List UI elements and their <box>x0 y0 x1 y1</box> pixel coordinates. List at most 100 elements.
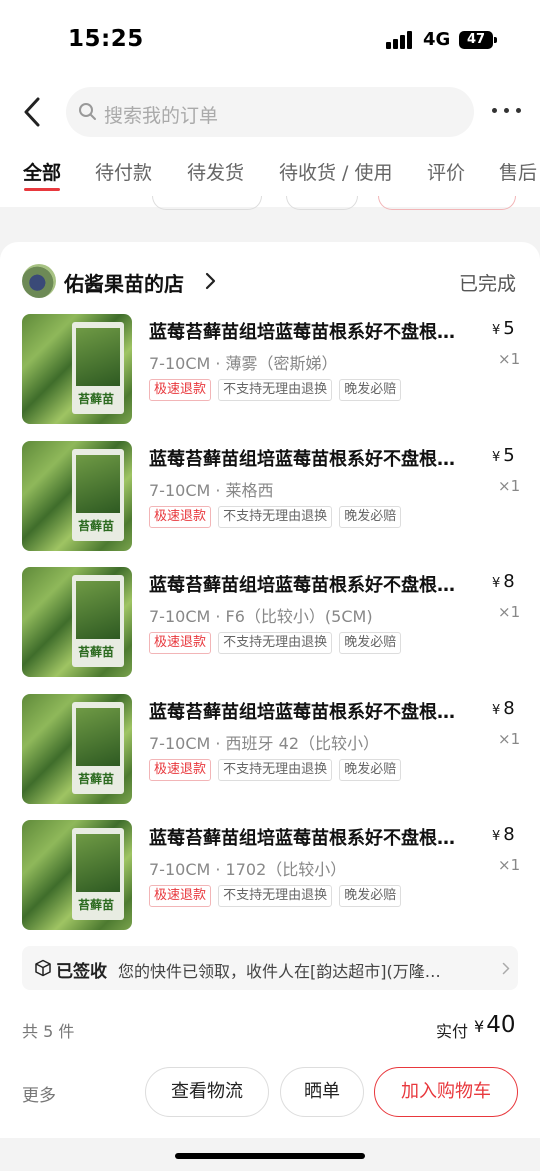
product-qty: ×1 <box>498 730 521 748</box>
order-card: 佑酱果苗的店 已完成 苔藓苗 蓝莓苔藓苗组培蓝莓苗根系好不盘根… ¥5 7-10… <box>0 242 540 1138</box>
product-spec: 7-10CM · 1702（比较小） <box>149 860 347 879</box>
product-image[interactable]: 苔藓苗 <box>22 820 132 930</box>
top-nav: 搜索我的订单 <box>0 82 540 142</box>
tab-all[interactable]: 全部 <box>23 158 61 185</box>
logistics-text: 您的快件已领取，收件人在[韵达超市](万隆… <box>118 962 441 981</box>
product-spec: 7-10CM · 西班牙 42（比较小） <box>149 734 379 753</box>
active-tab-indicator <box>24 188 60 191</box>
order-tabs: 全部 待付款 待发货 待收货 / 使用 评价 售后 <box>0 150 540 194</box>
order-item[interactable]: 苔藓苗 蓝莓苔藓苗组培蓝莓苗根系好不盘根… ¥8 7-10CM · 1702（比… <box>0 820 540 932</box>
tag-no-return: 不支持无理由退换 <box>218 379 333 401</box>
product-image-label: 苔藓苗 <box>78 519 115 533</box>
product-spec: 7-10CM · 莱格西 <box>149 481 274 500</box>
product-qty: ×1 <box>498 603 521 621</box>
product-tags: 极速退款 不支持无理由退换 晚发必赔 <box>149 884 403 907</box>
prev-order-button-edge <box>152 196 262 210</box>
product-qty: ×1 <box>498 856 521 874</box>
tab-reviews[interactable]: 评价 <box>427 158 465 185</box>
battery-tip <box>494 37 497 43</box>
product-price: ¥8 <box>492 698 515 719</box>
search-icon <box>79 103 96 120</box>
product-image-label: 苔藓苗 <box>78 645 115 659</box>
tag-no-return: 不支持无理由退换 <box>218 632 333 654</box>
prev-order-button-edge <box>378 196 516 210</box>
product-image[interactable]: 苔藓苗 <box>22 441 132 551</box>
tag-fast-refund: 极速退款 <box>149 379 212 401</box>
product-tags: 极速退款 不支持无理由退换 晚发必赔 <box>149 631 403 654</box>
paid-amount: ¥40 <box>474 1012 516 1038</box>
network-type: 4G <box>423 29 451 50</box>
store-avatar <box>22 264 56 298</box>
back-icon[interactable] <box>20 96 46 128</box>
order-status: 已完成 <box>459 273 517 295</box>
tag-fast-refund: 极速退款 <box>149 632 212 654</box>
product-image[interactable]: 苔藓苗 <box>22 314 132 424</box>
product-title: 蓝莓苔藓苗组培蓝莓苗根系好不盘根… <box>149 702 455 723</box>
product-price: ¥8 <box>492 824 515 845</box>
chevron-right-icon <box>205 272 216 290</box>
status-bar: 15:25 4G 47 <box>0 0 540 80</box>
product-spec: 7-10CM · 薄雾（密斯娣） <box>149 354 338 373</box>
product-image-label: 苔藓苗 <box>78 898 115 912</box>
logistics-bar[interactable]: 已签收 您的快件已领取，收件人在[韵达超市](万隆… <box>22 946 518 990</box>
tag-late-compensation: 晚发必赔 <box>339 885 402 907</box>
product-qty: ×1 <box>498 477 521 495</box>
product-title: 蓝莓苔藓苗组培蓝莓苗根系好不盘根… <box>149 322 455 343</box>
share-order-button[interactable]: 晒单 <box>280 1067 364 1117</box>
store-row[interactable]: 佑酱果苗的店 已完成 <box>0 262 540 300</box>
product-tags: 极速退款 不支持无理由退换 晚发必赔 <box>149 505 403 528</box>
order-actions: 更多 查看物流 晒单 加入购物车 <box>0 1066 540 1118</box>
search-input[interactable]: 搜索我的订单 <box>66 87 474 137</box>
tab-pending-receipt[interactable]: 待收货 / 使用 <box>279 158 392 185</box>
product-image-label: 苔藓苗 <box>78 772 115 786</box>
order-item[interactable]: 苔藓苗 蓝莓苔藓苗组培蓝莓苗根系好不盘根… ¥8 7-10CM · 西班牙 42… <box>0 694 540 806</box>
tag-late-compensation: 晚发必赔 <box>339 632 402 654</box>
product-title: 蓝莓苔藓苗组培蓝莓苗根系好不盘根… <box>149 449 455 470</box>
package-icon <box>35 959 51 977</box>
product-price: ¥5 <box>492 445 515 466</box>
product-title: 蓝莓苔藓苗组培蓝莓苗根系好不盘根… <box>149 575 455 596</box>
tag-fast-refund: 极速退款 <box>149 885 212 907</box>
product-price: ¥5 <box>492 318 515 339</box>
order-item[interactable]: 苔藓苗 蓝莓苔藓苗组培蓝莓苗根系好不盘根… ¥8 7-10CM · F6（比较小… <box>0 567 540 679</box>
product-image-label: 苔藓苗 <box>78 392 115 406</box>
tag-late-compensation: 晚发必赔 <box>339 379 402 401</box>
product-qty: ×1 <box>498 350 521 368</box>
product-spec: 7-10CM · F6（比较小）(5CM) <box>149 607 373 626</box>
tag-no-return: 不支持无理由退换 <box>218 759 333 781</box>
tab-pending-payment[interactable]: 待付款 <box>95 158 152 185</box>
product-image[interactable]: 苔藓苗 <box>22 567 132 677</box>
header-area: 15:25 4G 47 搜索我的订单 全部 待付款 待发货 待收货 / 使用 评… <box>0 0 540 210</box>
tag-fast-refund: 极速退款 <box>149 759 212 781</box>
store-name[interactable]: 佑酱果苗的店 <box>64 268 184 297</box>
prev-order-button-edge <box>286 196 358 210</box>
tag-no-return: 不支持无理由退换 <box>218 885 333 907</box>
add-to-cart-button[interactable]: 加入购物车 <box>374 1067 518 1117</box>
search-placeholder: 搜索我的订单 <box>104 105 219 127</box>
item-count: 共 5 件 <box>22 1022 75 1041</box>
tab-pending-shipment[interactable]: 待发货 <box>187 158 244 185</box>
tab-after-sales[interactable]: 售后 <box>499 158 537 185</box>
more-options-icon[interactable] <box>492 108 522 116</box>
tag-fast-refund: 极速退款 <box>149 506 212 528</box>
battery-icon: 47 <box>459 31 493 49</box>
product-price: ¥8 <box>492 571 515 592</box>
order-item[interactable]: 苔藓苗 蓝莓苔藓苗组培蓝莓苗根系好不盘根… ¥5 7-10CM · 薄雾（密斯娣… <box>0 314 540 426</box>
home-indicator <box>175 1153 365 1159</box>
tag-late-compensation: 晚发必赔 <box>339 759 402 781</box>
view-logistics-button[interactable]: 查看物流 <box>145 1067 269 1117</box>
product-tags: 极速退款 不支持无理由退换 晚发必赔 <box>149 758 403 781</box>
product-tags: 极速退款 不支持无理由退换 晚发必赔 <box>149 378 403 401</box>
chevron-right-icon <box>502 962 510 975</box>
order-item[interactable]: 苔藓苗 蓝莓苔藓苗组培蓝莓苗根系好不盘根… ¥5 7-10CM · 莱格西 ×1… <box>0 441 540 553</box>
paid-label: 实付 <box>436 1022 469 1041</box>
status-time: 15:25 <box>68 26 144 52</box>
more-actions-link[interactable]: 更多 <box>22 1081 56 1106</box>
product-image[interactable]: 苔藓苗 <box>22 694 132 804</box>
signal-icon <box>386 31 414 49</box>
tag-no-return: 不支持无理由退换 <box>218 506 333 528</box>
tag-late-compensation: 晚发必赔 <box>339 506 402 528</box>
product-title: 蓝莓苔藓苗组培蓝莓苗根系好不盘根… <box>149 828 455 849</box>
order-summary: 共 5 件 实付 ¥40 <box>0 1012 540 1042</box>
logistics-status: 已签收 <box>56 962 107 982</box>
